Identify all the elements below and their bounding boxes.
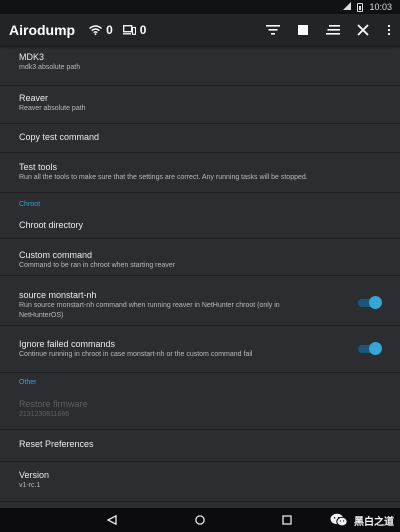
overflow-menu-button[interactable] [378,14,400,46]
watermark: 黑白之道 [330,508,394,532]
battery-icon [357,2,364,12]
wifi-count-value: 0 [106,23,113,37]
toggle-source-monstart-nh[interactable] [358,296,382,309]
pref-title: Restore firmware [19,399,88,409]
pref-test-tools[interactable]: Test tools Run all the tools to make sur… [0,153,400,193]
pref-subtitle: Reaver absolute path [19,105,86,112]
wechat-icon [330,513,348,527]
wifi-count: 0 [89,23,113,37]
filter-button[interactable] [258,14,288,46]
toggle-knob [369,296,382,309]
pref-title: MDK3 [19,52,45,62]
pref-title: Test tools [19,162,58,172]
pref-restore-firmware: Restore firmware 2131230811686 [0,389,400,430]
pref-chroot-directory[interactable]: Chroot directory [0,212,400,239]
pref-custom-command[interactable]: Custom command Command to be ran in chro… [0,239,400,276]
pref-subtitle-continued: NetHunterOS) [19,312,64,319]
home-icon [195,515,205,525]
back-button[interactable] [97,508,127,532]
recents-icon [282,515,292,525]
pref-title: Reaver [19,93,49,103]
pref-subtitle: Run all the tools to make sure that the … [19,174,308,181]
category-chroot: Chroot [19,201,41,208]
pref-reset-preferences[interactable]: Reset Preferences [0,430,400,462]
pref-subtitle: Run source monstart-nh command when runn… [19,302,280,309]
pref-reaver[interactable]: Reaver Reaver absolute path [0,86,400,124]
pref-title: Chroot directory [19,220,84,230]
toggle-knob [369,342,382,355]
pref-ignore-failed-commands[interactable]: Ignore failed commands Continue running … [0,326,400,373]
pref-subtitle: v1-rc.1 [19,482,41,489]
stop-button[interactable] [288,14,318,46]
filter-icon [266,25,280,35]
sort-button[interactable] [318,14,348,46]
app-bar: Airodump 0 0 [0,14,400,46]
pref-subtitle: 2131230811686 [19,411,70,418]
recents-button[interactable] [272,508,302,532]
close-icon [357,24,369,36]
watermark-text: 黑白之道 [354,516,394,528]
pref-version[interactable]: Version v1-rc.1 [0,462,400,502]
devices-count: 0 [122,23,147,37]
pref-subtitle: Command to be ran in chroot when startin… [19,262,176,269]
overflow-icon [387,24,391,36]
signal-icon [343,2,352,12]
devices-icon [122,25,136,35]
pref-title: Copy test command [19,132,100,142]
pref-title: Ignore failed commands [19,339,116,349]
toolbar-actions [258,14,400,46]
navigation-bar: 黑白之道 [0,508,400,532]
status-time: 10:03 [369,2,392,12]
pref-title: source monstart-nh [19,290,97,300]
pref-title: Reset Preferences [19,439,94,449]
pref-title: Version [19,470,50,480]
preferences-list: MDK3 mdk3 absolute path Reaver Reaver ab… [0,46,400,508]
close-button[interactable] [348,14,378,46]
category-other: Other [19,379,37,386]
wifi-icon [89,25,103,35]
stop-icon [298,25,308,35]
pref-subtitle: Continue running in chroot in case monst… [19,351,253,358]
back-icon [107,515,117,525]
sort-icon [326,25,340,35]
devices-count-value: 0 [139,23,147,37]
pref-source-monstart-nh[interactable]: source monstart-nh Run source monstart-n… [0,276,400,326]
pref-copy-test-command[interactable]: Copy test command [0,124,400,153]
home-button[interactable] [185,508,215,532]
pref-mdk3[interactable]: MDK3 mdk3 absolute path [0,46,400,86]
toggle-ignore-failed-commands[interactable] [358,342,382,355]
status-bar: 10:03 [0,0,400,14]
pref-subtitle: mdk3 absolute path [19,64,81,71]
pref-title: Custom command [19,250,93,260]
app-title: Airodump [9,22,76,38]
